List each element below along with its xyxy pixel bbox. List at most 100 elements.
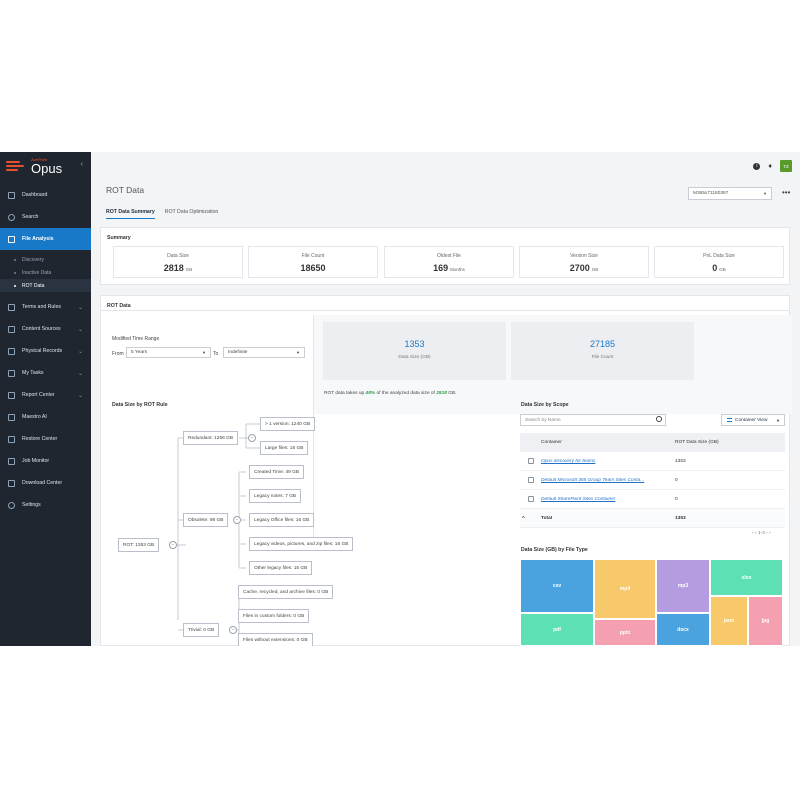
sidebar-item-report-center[interactable]: Report Center ⌄ [0, 384, 91, 406]
container-link[interactable]: Opus discovery for teams [541, 459, 595, 464]
table-pager[interactable]: ‹ ‹ 1-3 › › [752, 531, 771, 536]
row-size: 1353 [675, 458, 686, 464]
tree-node-other-legacy: Other legacy files: 15 GB [249, 561, 313, 575]
row-checkbox[interactable] [527, 496, 534, 502]
sidebar-item-search[interactable]: Search [0, 206, 91, 228]
tree-toggle-root[interactable]: − [169, 541, 177, 549]
restore-icon [8, 435, 15, 443]
content-sources-icon [8, 325, 15, 333]
col-container[interactable]: Container [541, 440, 675, 445]
tree-node-large-files: Large files: 16 GB [260, 441, 309, 455]
summary-title: Summary [107, 235, 131, 241]
chevron-down-icon: ▼ [296, 350, 300, 355]
tree-node-legacy-notes: Legacy notes: 7 GB [249, 489, 302, 503]
row-size: 0 [675, 496, 678, 502]
sidebar-item-dashboard[interactable]: Dashboard [0, 184, 91, 206]
tree-node-cache-files: Cache, recycled, and archive files: 0 GB [238, 585, 334, 599]
sidebar-item-maestro-ai[interactable]: Maestro AI [0, 406, 91, 428]
rot-file-count-box: 27185 File Count [511, 322, 694, 380]
tree-node-root: ROT: 1353 GB [118, 538, 160, 552]
tab-rot-data-summary[interactable]: ROT Data Summary [106, 209, 155, 219]
summary-oldest-file: Oldest File 169 Months [384, 246, 514, 278]
row-checkbox[interactable] [527, 458, 534, 464]
search-icon[interactable] [656, 416, 662, 422]
from-label: From [112, 351, 124, 357]
summary-file-count: File Count 18650 [248, 246, 378, 278]
report-icon [8, 391, 15, 399]
treemap-cell-pptx[interactable]: pptx [594, 619, 656, 646]
treemap-cell-jpg[interactable]: jpg [748, 596, 783, 646]
to-select[interactable]: Indefinite ▼ [223, 347, 305, 358]
sidebar-subitem-rot-data[interactable]: ROT Data [0, 279, 91, 292]
app-window: AvePoint Opus ‹ Dashboard Search File An… [0, 152, 800, 646]
tree-node-obsolete: Obsolete: 98 GB [183, 513, 229, 527]
rot-stats-panel: 1353 Data Size (GB) 27185 File Count ROT… [314, 315, 792, 414]
sidebar-subitem-discovery[interactable]: Discovery [0, 253, 91, 266]
row-checkbox[interactable] [527, 477, 534, 483]
summary-data-size: Data Size 2818 GB [113, 246, 243, 278]
table-header: Container ROT Data Size (GB) [520, 433, 785, 452]
tenant-select[interactable]: M365x71180387 ▼ [688, 187, 772, 200]
chevron-down-icon: ▼ [202, 350, 206, 355]
scope-title: Data Size by Scope [521, 402, 569, 408]
summary-card: Summary Data Size 2818 GB File Count 1865… [100, 227, 790, 285]
to-label: To [213, 351, 219, 357]
chevron-down-icon: ⌄ [77, 370, 83, 377]
tab-rot-data-optimization[interactable]: ROT Data Optimization [165, 209, 219, 219]
rot-data-size-box: 1353 Data Size (GB) [323, 322, 506, 380]
scope-table: Container ROT Data Size (GB) Opus discov… [520, 433, 785, 528]
more-options-icon[interactable]: ••• [782, 188, 790, 197]
tree-toggle-obsolete[interactable]: − [233, 516, 241, 524]
sidebar-item-terms-and-rules[interactable]: Terms and Rules ⌄ [0, 296, 91, 318]
rule-tree-title: Data Size by ROT Rule [112, 402, 168, 408]
tree-node-no-extension: Files without extensions: 0 GB [238, 633, 313, 646]
tab-bar: ROT Data Summary ROT Data Optimization [106, 209, 218, 219]
container-view-select[interactable]: Container View ▼ [721, 414, 785, 426]
sidebar-item-settings[interactable]: Settings [0, 494, 91, 516]
sidebar-item-restore-center[interactable]: Restore Center [0, 428, 91, 450]
container-link[interactable]: Default Microsoft 365 Group Team Sites C… [541, 478, 644, 483]
sidebar-item-my-tasks[interactable]: My Tasks ⌄ [0, 362, 91, 384]
table-total-row: ^ Total 1353 [520, 509, 785, 528]
tree-node-created-time: Created Time: 49 GB [249, 465, 305, 479]
from-select[interactable]: 5 Years ▼ [126, 347, 211, 358]
file-type-treemap: csv mp4 mp3 xlsx pdf pptx docx json jpg [520, 559, 783, 646]
records-icon [8, 347, 15, 355]
avatar[interactable]: TZ [780, 160, 792, 172]
rot-note: ROT data takes up 48% of the analyzed da… [324, 391, 457, 396]
tree-toggle-redundant[interactable]: − [248, 434, 256, 442]
settings-icon [8, 501, 15, 509]
container-link[interactable]: Default SharePoint Sites Container [541, 497, 615, 502]
file-type-title: Data Size (GB) by File Type [521, 547, 588, 553]
tree-node-legacy-office: Legacy Office files: 16 GB [249, 513, 315, 527]
treemap-cell-mp4[interactable]: mp4 [594, 559, 656, 619]
collapse-sidebar-icon[interactable]: ‹ [81, 161, 83, 168]
col-rot-size[interactable]: ROT Data Size (GB) [675, 440, 785, 445]
job-monitor-icon [8, 457, 15, 465]
sidebar-item-content-sources[interactable]: Content Sources ⌄ [0, 318, 91, 340]
sidebar-item-file-analysis[interactable]: File Analysis [0, 228, 91, 250]
avepoint-logo-icon [6, 159, 26, 173]
treemap-cell-pdf[interactable]: pdf [520, 613, 594, 646]
treemap-cell-docx[interactable]: docx [656, 613, 710, 646]
tree-node-redundant-versions: > 1 version: 1240 GB [260, 417, 316, 431]
tree-node-legacy-media: Legacy videos, pictures, and zip files: … [249, 537, 354, 551]
treemap-cell-mp3[interactable]: mp3 [656, 559, 710, 613]
sidebar-item-physical-records[interactable]: Physical Records ⌄ [0, 340, 91, 362]
sidebar-item-download-center[interactable]: Download Center [0, 472, 91, 494]
search-icon [8, 213, 15, 221]
tree-toggle-trivial[interactable]: − [229, 626, 237, 634]
rules-icon [8, 303, 15, 311]
row-size: 0 [675, 477, 678, 483]
treemap-cell-csv[interactable]: csv [520, 559, 594, 613]
sidebar-item-job-monitor[interactable]: Job Monitor [0, 450, 91, 472]
search-input[interactable]: Search by Name [520, 414, 666, 426]
tasks-icon [8, 369, 15, 377]
bell-icon[interactable]: ♦ [768, 163, 772, 170]
info-icon[interactable]: i [753, 162, 761, 170]
sidebar-subitem-inactive-data[interactable]: Inactive Data [0, 266, 91, 279]
tree-node-redundant: Redundant: 1256 GB [183, 431, 239, 445]
brand-name: Opus [31, 160, 63, 176]
treemap-cell-xlsx[interactable]: xlsx [710, 559, 783, 596]
treemap-cell-json[interactable]: json [710, 596, 748, 646]
